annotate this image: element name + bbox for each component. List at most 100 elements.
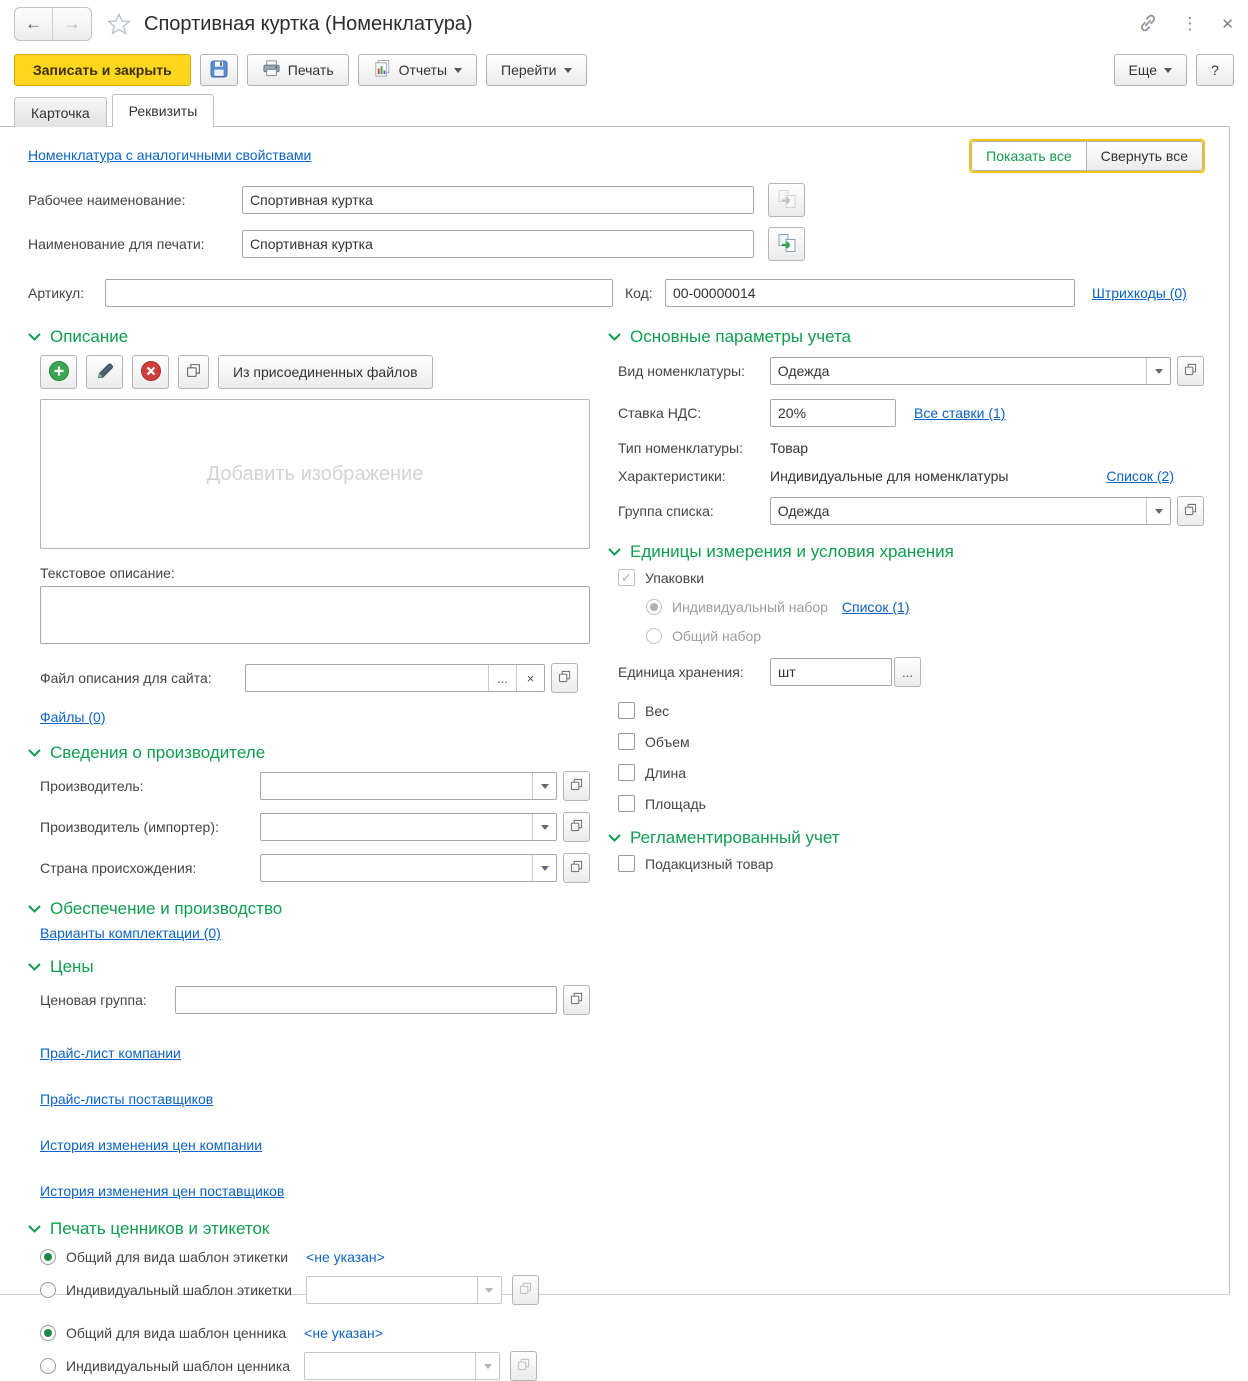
weight-checkbox[interactable]: [618, 702, 635, 719]
text-description-textarea[interactable]: [40, 586, 590, 644]
price-group-open-button[interactable]: [563, 985, 590, 1015]
pricetag-template-individual-input[interactable]: [305, 1353, 475, 1379]
section-manufacturer[interactable]: Сведения о производителе: [28, 743, 590, 763]
site-file-browse-button[interactable]: ...: [488, 665, 516, 691]
back-button[interactable]: ←: [15, 8, 53, 40]
importer-input[interactable]: [261, 814, 532, 840]
barcodes-link[interactable]: Штрихкоды (0): [1092, 285, 1187, 301]
supplier-pricelists-link[interactable]: Прайс-листы поставщиков: [40, 1091, 213, 1107]
area-label: Площадь: [645, 796, 706, 812]
save-and-close-button[interactable]: Записать и закрыть: [14, 54, 191, 86]
text-description-label: Текстовое описание:: [40, 565, 590, 581]
importer-open-button[interactable]: [563, 812, 590, 842]
copy-name-down-button[interactable]: [768, 183, 805, 217]
kind-open-button[interactable]: [1177, 356, 1204, 386]
label-template-common-radio[interactable]: [40, 1249, 56, 1265]
site-file-input[interactable]: [246, 665, 488, 691]
dropdown-arrow-icon[interactable]: [532, 855, 556, 881]
dropdown-arrow-icon[interactable]: [475, 1353, 499, 1379]
kind-combobox[interactable]: Одежда: [771, 358, 1146, 384]
open-icon: [1184, 363, 1197, 379]
dropdown-arrow-icon[interactable]: [532, 773, 556, 799]
all-vat-rates-link[interactable]: Все ставки (1): [914, 405, 1005, 421]
tab-card[interactable]: Карточка: [14, 97, 107, 127]
section-units[interactable]: Единицы измерения и условия хранения: [608, 542, 1204, 562]
producer-input[interactable]: [261, 773, 532, 799]
pricetag-template-not-set-link[interactable]: <не указан>: [304, 1325, 383, 1341]
print-name-input[interactable]: [242, 230, 754, 258]
goto-button[interactable]: Перейти: [486, 54, 586, 86]
article-input[interactable]: [105, 279, 613, 307]
country-open-button[interactable]: [563, 853, 590, 883]
files-link[interactable]: Файлы (0): [40, 709, 105, 725]
volume-checkbox[interactable]: [618, 733, 635, 750]
label-template-individual-input[interactable]: [307, 1277, 477, 1303]
similar-nomenclature-link[interactable]: Номенклатура с аналогичными свойствами: [28, 147, 311, 163]
reports-button[interactable]: Отчеты: [358, 54, 477, 86]
pricetag-template-individual-radio[interactable]: [40, 1358, 56, 1374]
dropdown-arrow-icon[interactable]: [1146, 498, 1170, 524]
packages-checkbox[interactable]: [618, 569, 635, 586]
get-link-icon[interactable]: [1137, 12, 1159, 37]
section-labels-printing[interactable]: Печать ценников и этикеток: [28, 1219, 590, 1239]
window-menu-icon[interactable]: ⋮: [1181, 14, 1199, 34]
working-name-input[interactable]: [242, 186, 754, 214]
company-price-history-link[interactable]: История изменения цен компании: [40, 1137, 262, 1153]
list-group-open-button[interactable]: [1177, 496, 1204, 526]
command-bar: Записать и закрыть Печать Отчеты Перейти…: [0, 48, 1248, 92]
country-input[interactable]: [261, 855, 532, 881]
individual-set-list-link[interactable]: Список (1): [842, 599, 910, 615]
chevron-down-icon: [608, 333, 621, 341]
chevron-down-icon: [608, 834, 621, 842]
section-main-params[interactable]: Основные параметры учета: [608, 327, 1204, 347]
save-button[interactable]: [200, 54, 238, 86]
dropdown-arrow-icon[interactable]: [477, 1277, 501, 1303]
copy-image-button[interactable]: [178, 355, 209, 389]
storage-unit-browse-button[interactable]: ...: [894, 657, 921, 687]
price-group-input[interactable]: [175, 986, 557, 1014]
section-prices[interactable]: Цены: [28, 957, 590, 977]
pricetag-template-open-button[interactable]: [510, 1351, 537, 1381]
close-icon[interactable]: ✕: [1221, 15, 1234, 33]
pricetag-template-common-radio[interactable]: [40, 1325, 56, 1341]
dropdown-arrow-icon[interactable]: [1146, 358, 1170, 384]
print-button[interactable]: Печать: [247, 54, 349, 86]
kit-variants-link[interactable]: Варианты комплектации (0): [40, 925, 221, 941]
supplier-price-history-link[interactable]: История изменения цен поставщиков: [40, 1183, 284, 1199]
tab-requisites[interactable]: Реквизиты: [112, 94, 215, 127]
chevron-down-icon: [1164, 68, 1172, 77]
forward-button[interactable]: →: [53, 8, 91, 40]
storage-unit-input[interactable]: [770, 658, 892, 686]
excise-checkbox[interactable]: [618, 855, 635, 872]
dropdown-arrow-icon[interactable]: [532, 814, 556, 840]
collapse-all-button[interactable]: Свернуть все: [1086, 141, 1203, 171]
section-supply[interactable]: Обеспечение и производство: [28, 899, 590, 919]
producer-open-button[interactable]: [563, 771, 590, 801]
delete-image-button[interactable]: [132, 355, 169, 389]
common-set-radio[interactable]: [646, 628, 662, 644]
individual-set-radio[interactable]: [646, 599, 662, 615]
section-description[interactable]: Описание: [28, 327, 590, 347]
code-input[interactable]: [665, 279, 1075, 307]
favorite-star-icon[interactable]: [106, 11, 132, 37]
section-regulated[interactable]: Регламентированный учет: [608, 828, 1204, 848]
image-dropzone[interactable]: Добавить изображение: [40, 399, 590, 549]
show-all-button[interactable]: Показать все: [971, 141, 1085, 171]
vat-input[interactable]: [770, 399, 896, 427]
add-image-button[interactable]: [40, 355, 77, 389]
help-button[interactable]: ?: [1196, 54, 1234, 86]
site-file-open-button[interactable]: [551, 663, 578, 693]
from-attached-files-button[interactable]: Из присоединенных файлов: [218, 355, 433, 389]
site-file-clear-button[interactable]: ×: [516, 665, 544, 691]
label-template-not-set-link[interactable]: <не указан>: [306, 1249, 385, 1265]
length-checkbox[interactable]: [618, 764, 635, 781]
copy-name-up-button[interactable]: [768, 227, 805, 261]
label-template-open-button[interactable]: [512, 1275, 539, 1305]
company-pricelist-link[interactable]: Прайс-лист компании: [40, 1045, 181, 1061]
edit-image-button[interactable]: [86, 355, 123, 389]
characteristics-list-link[interactable]: Список (2): [1106, 468, 1174, 484]
area-checkbox[interactable]: [618, 795, 635, 812]
list-group-combobox[interactable]: Одежда: [771, 498, 1146, 524]
label-template-individual-radio[interactable]: [40, 1282, 56, 1298]
more-button[interactable]: Еще: [1114, 54, 1188, 86]
